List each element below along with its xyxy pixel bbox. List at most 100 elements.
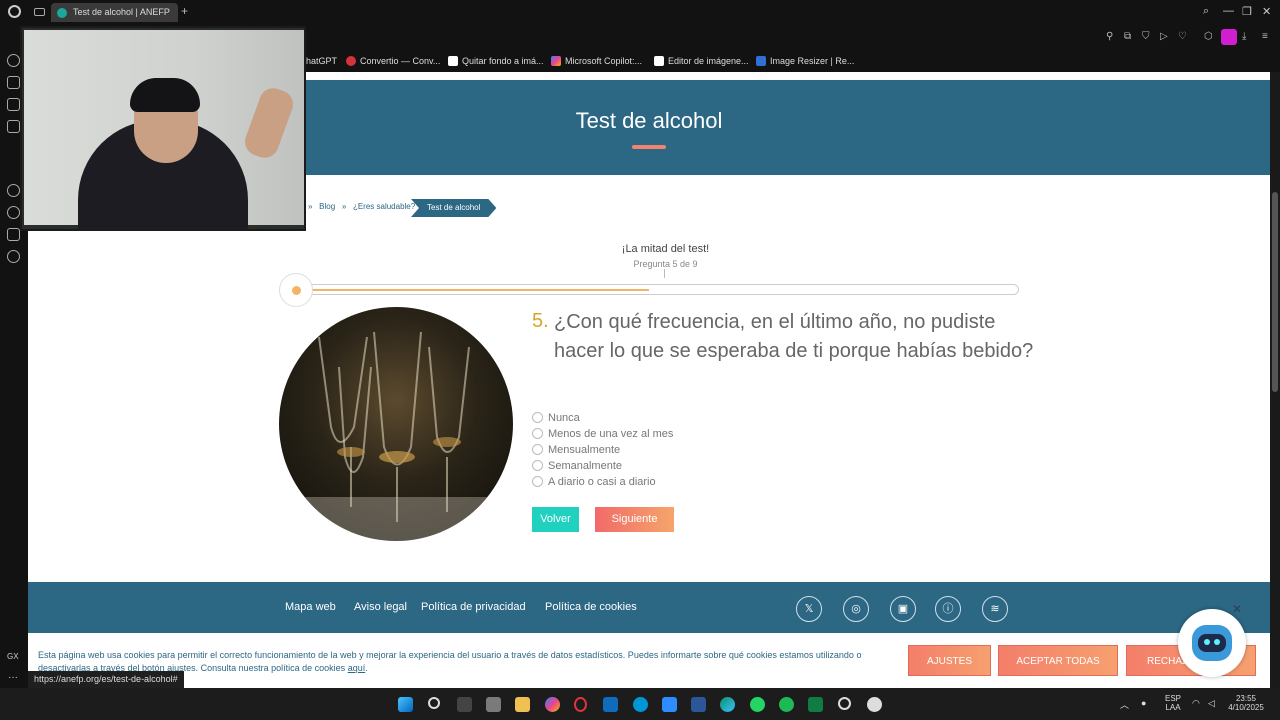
browser-tab-bar: Test de alcohol | ANEFP + ⌕ — ❐ ✕	[0, 0, 1280, 24]
start-icon[interactable]	[398, 697, 413, 712]
close-window-icon[interactable]: ✕	[1262, 5, 1271, 18]
shield-icon[interactable]: ⛉	[1142, 31, 1150, 42]
download-icon[interactable]: ⤓	[1242, 31, 1246, 42]
progress-dot	[292, 286, 301, 295]
cookie-settings-button[interactable]: AJUSTES	[908, 645, 991, 676]
search-icon[interactable]: ⌕	[1203, 5, 1209, 18]
bookmark-item[interactable]: Editor de imágene...	[654, 54, 749, 69]
info-icon[interactable]: ⓘ	[935, 596, 961, 622]
tab-active[interactable]: Test de alcohol | ANEFP	[51, 3, 178, 22]
sidebar-notes-icon[interactable]	[7, 120, 20, 133]
sidebar-puzzle-icon[interactable]	[7, 228, 20, 241]
steam-icon[interactable]	[838, 697, 851, 710]
minimize-icon[interactable]: —	[1223, 5, 1234, 17]
radio-button[interactable]	[532, 444, 543, 455]
robot-icon	[1192, 625, 1232, 661]
progress-fill	[280, 289, 649, 291]
back-button[interactable]: Volver	[532, 507, 579, 532]
breadcrumb-separator: »	[308, 202, 313, 211]
spotify-taskbar-icon[interactable]	[779, 697, 794, 712]
radio-button[interactable]	[532, 460, 543, 471]
whatsapp-icon[interactable]	[750, 697, 765, 712]
language-indicator[interactable]: ESP LAA	[1163, 694, 1183, 712]
bookmark-item[interactable]: Convertio — Conv...	[346, 54, 440, 69]
gx-label: GX	[7, 652, 19, 661]
wifi-icon[interactable]: ◠	[1192, 698, 1200, 709]
footer-link-legal[interactable]: Aviso legal	[354, 601, 407, 613]
webcam-overlay[interactable]	[20, 26, 306, 231]
scrollbar-thumb[interactable]	[1272, 192, 1278, 392]
radio-button[interactable]	[532, 428, 543, 439]
chatbot-avatar[interactable]	[1178, 609, 1246, 677]
sidebar-whatsapp-icon[interactable]	[7, 184, 20, 197]
x-icon[interactable]: 𝕏	[796, 596, 822, 622]
copilot-icon	[551, 56, 561, 66]
answer-option[interactable]: A diario o casi a diario	[532, 475, 656, 489]
heart-icon[interactable]: ♡	[1178, 31, 1187, 42]
microphone-icon[interactable]: ●	[1141, 698, 1146, 708]
convertio-icon	[346, 56, 356, 66]
sidebar-shopping-icon[interactable]	[7, 76, 20, 89]
task-view-icon[interactable]	[457, 697, 472, 712]
more-icon[interactable]: ···	[8, 672, 18, 683]
footer-link-cookies[interactable]: Política de cookies	[545, 601, 637, 613]
image-resizer-icon	[756, 56, 766, 66]
snapshot-icon[interactable]: ⧉	[1124, 31, 1131, 42]
tray-chevron-icon[interactable]: ︿	[1120, 698, 1129, 711]
footer-link-sitemap[interactable]: Mapa web	[285, 601, 336, 613]
close-chat-icon[interactable]: ✕	[1232, 602, 1242, 616]
calculator-icon[interactable]	[486, 697, 501, 712]
instagram-icon[interactable]: ◎	[843, 596, 869, 622]
volume-icon[interactable]: ◁	[1208, 698, 1215, 709]
hp-icon[interactable]	[633, 697, 648, 712]
spotify-icon[interactable]: ≋	[982, 596, 1008, 622]
excel-icon[interactable]	[808, 697, 823, 712]
pin-icon[interactable]: ⚲	[1106, 31, 1113, 42]
sidebar-edit-icon[interactable]	[7, 98, 20, 111]
bookmark-item[interactable]: Quitar fondo a imá...	[448, 54, 544, 69]
cookie-policy-link[interactable]: aquí	[348, 663, 366, 673]
media-player-icon[interactable]	[867, 697, 882, 712]
next-button[interactable]: Siguiente	[595, 507, 674, 532]
sidebar-history-icon[interactable]	[7, 54, 20, 67]
answer-option[interactable]: Nunca	[532, 411, 580, 425]
linkedin-icon[interactable]: ▣	[890, 596, 916, 622]
menu-icon[interactable]: ≡	[1262, 31, 1268, 42]
bookmark-item[interactable]: Image Resizer | Re...	[756, 54, 854, 69]
answer-option[interactable]: Semanalmente	[532, 459, 622, 473]
opera-gx-icon[interactable]	[574, 697, 587, 712]
answer-option[interactable]: Mensualmente	[532, 443, 620, 457]
bookmark-item[interactable]: Microsoft Copilot:...	[551, 54, 642, 69]
search-taskbar-icon[interactable]	[428, 697, 440, 709]
extension-avatar-icon[interactable]	[1221, 29, 1237, 45]
zoom-icon[interactable]	[662, 697, 677, 712]
radio-button[interactable]	[532, 412, 543, 423]
new-tab-button[interactable]: +	[181, 4, 188, 18]
progress-midpoint-tick	[664, 269, 665, 278]
clock[interactable]: 23:55 4/10/2025	[1228, 694, 1264, 712]
page-scrollbar[interactable]	[1270, 72, 1280, 688]
copilot-taskbar-icon[interactable]	[545, 697, 560, 712]
breadcrumb-section[interactable]: ¿Eres saludable?	[353, 202, 415, 211]
breadcrumb-blog[interactable]: Blog	[319, 202, 335, 211]
sidebar-settings-icon[interactable]	[7, 250, 20, 263]
play-icon[interactable]: ▷	[1160, 31, 1168, 42]
maximize-icon[interactable]: ❐	[1242, 5, 1252, 18]
tab-islands-icon[interactable]	[34, 8, 45, 16]
question-number: 5.	[532, 310, 549, 332]
edge-icon[interactable]	[720, 697, 735, 712]
wine-glasses-illustration	[279, 331, 513, 541]
photopea-icon	[654, 56, 664, 66]
extensions-icon[interactable]: ⬡	[1204, 31, 1213, 42]
radio-button[interactable]	[532, 476, 543, 487]
word-icon[interactable]	[691, 697, 706, 712]
answer-option[interactable]: Menos de una vez al mes	[532, 427, 673, 441]
sidebar-clock-icon[interactable]	[7, 206, 20, 219]
footer-link-privacy[interactable]: Política de privacidad	[421, 601, 526, 613]
opera-logo-icon[interactable]	[8, 5, 21, 18]
status-url: https://anefp.org/es/test-de-alcohol#	[28, 671, 184, 688]
file-explorer-icon[interactable]	[515, 697, 530, 712]
cookie-accept-button[interactable]: ACEPTAR TODAS	[998, 645, 1118, 676]
question-text: ¿Con qué frecuencia, en el último año, n…	[554, 311, 1034, 362]
outlook-icon[interactable]	[603, 697, 618, 712]
